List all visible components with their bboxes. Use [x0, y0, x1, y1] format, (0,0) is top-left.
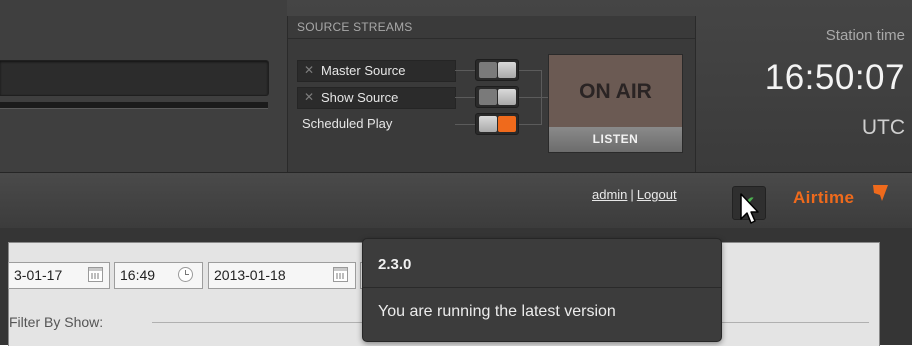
start-time-input[interactable]: 16:49 [114, 262, 203, 289]
brand-logo-text: Airtime [793, 188, 855, 207]
toggle-knob [479, 89, 497, 105]
toggle-knob [498, 89, 516, 105]
version-tooltip: 2.3.0 You are running the latest version [362, 238, 722, 342]
airtime-logo-icon [873, 185, 888, 201]
playout-progress-line [0, 102, 268, 109]
user-links-separator: | [630, 187, 634, 202]
station-timezone: UTC [861, 116, 905, 139]
cursor-icon [740, 193, 759, 224]
station-time-clock: 16:50:07 [764, 58, 905, 97]
toggle-knob [498, 62, 516, 78]
close-icon[interactable]: ✕ [301, 89, 317, 105]
calendar-icon[interactable] [88, 267, 103, 282]
source-label-show: Show Source [321, 90, 399, 105]
calendar-icon[interactable] [333, 267, 348, 282]
connector-line [519, 70, 541, 71]
listen-button[interactable]: LISTEN [548, 127, 683, 153]
filter-by-show-label: Filter By Show: [9, 314, 110, 330]
station-time-label: Station time [825, 27, 905, 44]
close-icon[interactable]: ✕ [301, 62, 317, 78]
connector-line [455, 70, 475, 71]
connector-line [455, 124, 475, 125]
toggle-knob [498, 116, 516, 132]
toggle-knob [479, 62, 497, 78]
master-source-toggle[interactable] [475, 59, 519, 81]
source-row-scheduled: Scheduled Play [297, 114, 454, 134]
start-date-input[interactable]: 3-01-17 [8, 262, 110, 289]
source-streams-title: SOURCE STREAMS [297, 20, 413, 34]
on-air-indicator: ON AIR [548, 54, 683, 129]
tooltip-message: You are running the latest version [378, 303, 616, 320]
end-date-value: 2013-01-18 [214, 267, 286, 283]
clock-icon[interactable] [178, 267, 193, 282]
end-date-input[interactable]: 2013-01-18 [208, 262, 356, 289]
toggle-knob [479, 116, 497, 132]
source-label-scheduled: Scheduled Play [302, 116, 393, 131]
scheduled-play-toggle[interactable] [475, 113, 519, 135]
logout-link[interactable]: Logout [637, 187, 677, 202]
connector-line [519, 97, 541, 98]
playout-progress-bar [0, 60, 269, 96]
start-date-value: 3-01-17 [14, 267, 63, 283]
user-links: admin | Logout [592, 187, 677, 202]
connector-line [519, 124, 541, 125]
connector-line [455, 97, 475, 98]
start-time-value: 16:49 [120, 267, 156, 283]
playout-progress-area [0, 0, 287, 172]
nav-bar: admin|Logout ✔ Airtime [0, 172, 912, 228]
source-row-show: ✕ Show Source [297, 87, 456, 109]
source-label-master: Master Source [321, 63, 406, 78]
show-source-toggle[interactable] [475, 86, 519, 108]
tooltip-version: 2.3.0 [378, 256, 412, 273]
tooltip-header: 2.3.0 [363, 239, 721, 288]
divider [288, 38, 695, 39]
source-row-master: ✕ Master Source [297, 60, 456, 82]
user-link[interactable]: admin [592, 187, 627, 202]
